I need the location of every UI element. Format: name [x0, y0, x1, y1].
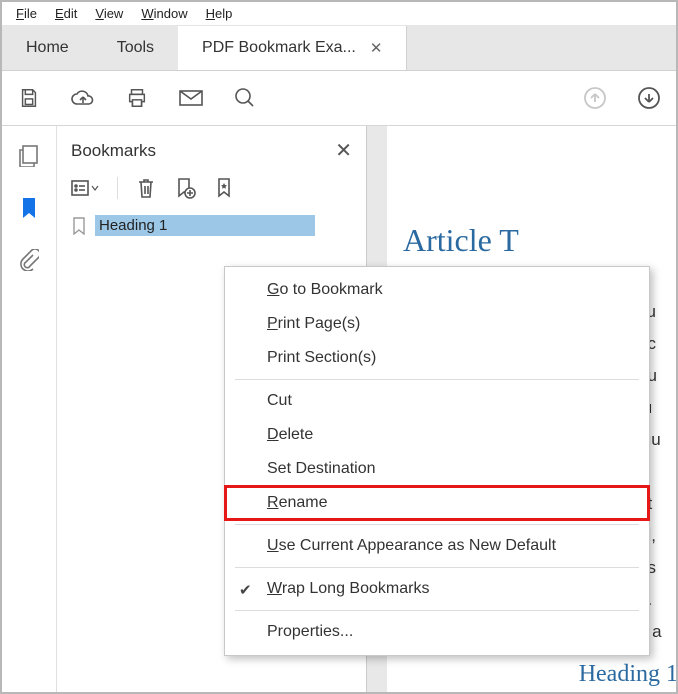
delete-bookmark-icon[interactable] — [136, 177, 156, 199]
find-bookmark-icon[interactable] — [214, 177, 236, 199]
bookmark-item-icon — [71, 217, 89, 235]
check-icon: ✔ — [239, 581, 252, 599]
ctx-print-pages[interactable]: Print Page(s) — [225, 307, 649, 341]
menu-edit[interactable]: EditEdit — [47, 4, 85, 23]
tab-document[interactable]: PDF Bookmark Exa... ✕ — [178, 26, 407, 70]
ctx-delete[interactable]: Delete — [225, 418, 649, 452]
attachments-icon[interactable] — [17, 248, 41, 272]
ctx-print-sections[interactable]: Print Section(s) — [225, 341, 649, 375]
bookmark-item-label[interactable]: Heading 1 — [95, 215, 315, 236]
menubar: FFileile EditEdit ViewView WindowWindow … — [2, 2, 676, 26]
menu-help[interactable]: HelpHelp — [198, 4, 241, 23]
ctx-cut[interactable]: Cut — [225, 384, 649, 418]
toolbar — [2, 71, 676, 126]
ctx-set-destination[interactable]: Set Destination — [225, 452, 649, 486]
ctx-rename[interactable]: Rename — [225, 486, 649, 520]
panel-close-icon[interactable]: ✕ — [335, 138, 352, 163]
ctx-wrap-long-bookmarks[interactable]: ✔Wrap Long Bookmarks — [225, 572, 649, 606]
panel-title: Bookmarks — [71, 141, 156, 161]
mail-icon[interactable] — [178, 85, 204, 111]
doc-article-title: Article T — [403, 222, 676, 259]
tab-document-label: PDF Bookmark Exa... — [202, 39, 356, 57]
doc-heading-fragment: Heading 1 — [579, 661, 676, 688]
bookmark-item[interactable]: Heading 1 — [71, 215, 366, 236]
menu-view[interactable]: ViewView — [87, 4, 131, 23]
ctx-properties[interactable]: Properties... — [225, 615, 649, 649]
options-menu-icon[interactable] — [71, 177, 99, 199]
bookmarks-icon[interactable] — [17, 196, 41, 220]
tab-close-icon[interactable]: ✕ — [370, 39, 383, 57]
context-menu: Go to Bookmark Print Page(s) Print Secti… — [224, 266, 650, 656]
ctx-goto-bookmark[interactable]: Go to Bookmark — [225, 273, 649, 307]
cloud-upload-icon[interactable] — [70, 85, 96, 111]
page-up-icon — [582, 85, 608, 111]
menu-window[interactable]: WindowWindow — [133, 4, 195, 23]
print-icon[interactable] — [124, 85, 150, 111]
page-down-icon[interactable] — [636, 85, 662, 111]
save-icon[interactable] — [16, 85, 42, 111]
tab-home[interactable]: Home — [2, 26, 93, 70]
bookmarks-toolbar — [57, 173, 366, 213]
menu-file[interactable]: FFileile — [8, 4, 45, 23]
ctx-use-current-appearance[interactable]: Use Current Appearance as New Default — [225, 529, 649, 563]
left-rail — [2, 126, 57, 692]
tab-tools[interactable]: Tools — [93, 26, 178, 70]
thumbnails-icon[interactable] — [17, 144, 41, 168]
bookmarks-list: Heading 1 — [57, 213, 366, 236]
new-bookmark-icon[interactable] — [174, 177, 196, 199]
zoom-icon[interactable] — [232, 85, 258, 111]
tabs-row: Home Tools PDF Bookmark Exa... ✕ — [2, 26, 676, 71]
